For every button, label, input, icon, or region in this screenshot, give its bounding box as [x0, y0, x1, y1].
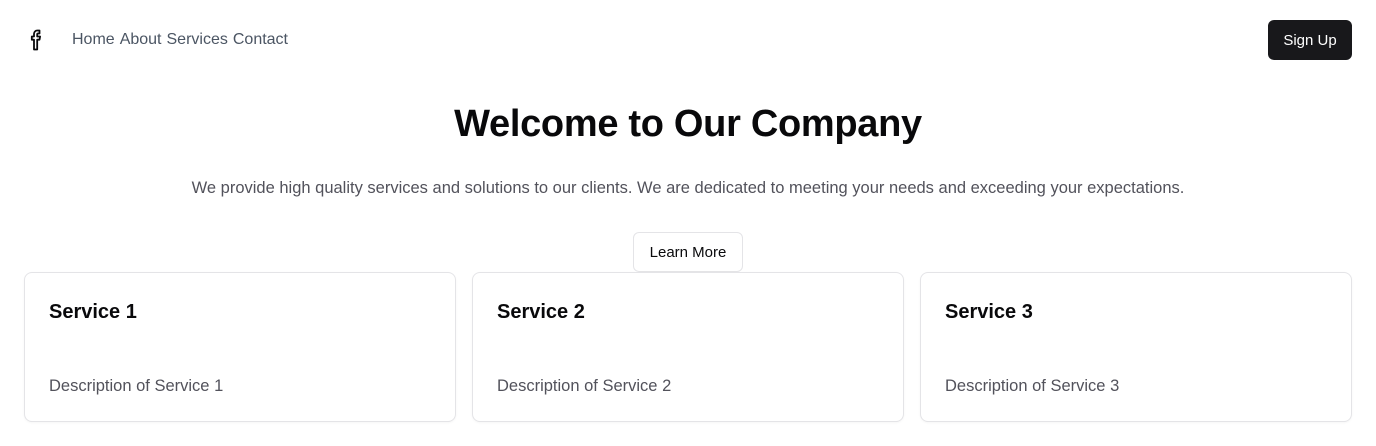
nav-about-link[interactable]: About [120, 30, 162, 50]
service-description: Description of Service 1 [49, 377, 224, 395]
facebook-icon[interactable] [26, 28, 48, 52]
main-nav: Home About Services Contact [72, 30, 288, 50]
nav-contact-link[interactable]: Contact [233, 30, 288, 50]
service-card: Service 3 Description of Service 3 [920, 272, 1352, 422]
service-title: Service 2 [497, 301, 585, 323]
services-section: Service 1 Description of Service 1 Servi… [24, 272, 1352, 422]
nav-services-link[interactable]: Services [167, 30, 228, 50]
service-card: Service 2 Description of Service 2 [472, 272, 904, 422]
hero-subtitle: We provide high quality services and sol… [191, 179, 1185, 197]
hero-title: Welcome to Our Company [454, 103, 922, 145]
service-description: Description of Service 3 [945, 377, 1120, 395]
learn-more-button[interactable]: Learn More [633, 232, 743, 272]
service-description: Description of Service 2 [497, 377, 672, 395]
site-header: Home About Services Contact Sign Up [0, 0, 1376, 80]
sign-up-button[interactable]: Sign Up [1268, 20, 1352, 60]
service-card: Service 1 Description of Service 1 [24, 272, 456, 422]
page: Home About Services Contact Sign Up Welc… [0, 0, 1376, 446]
nav-home-link[interactable]: Home [72, 30, 115, 50]
service-title: Service 3 [945, 301, 1033, 323]
service-title: Service 1 [49, 301, 137, 323]
